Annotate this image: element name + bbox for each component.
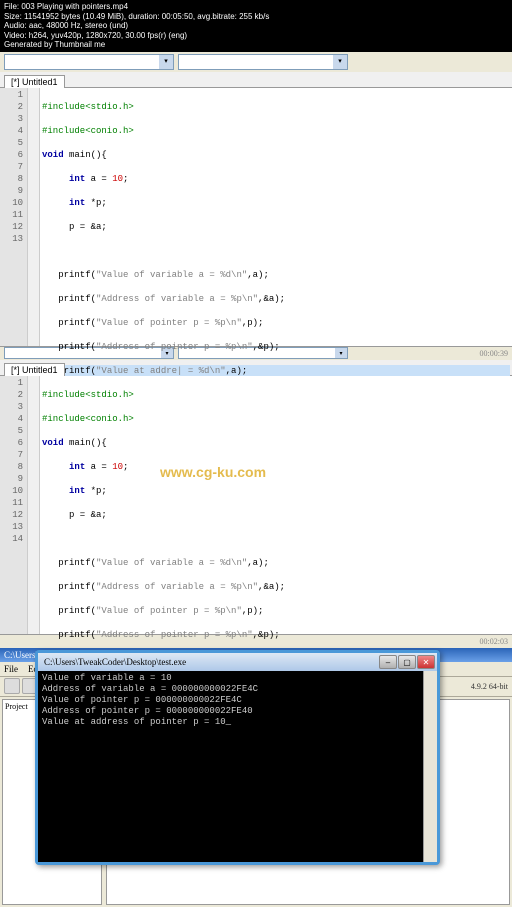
video-codec: Video: h264, yuv420p, 1280x720, 30.00 fp… [4, 31, 508, 41]
window-buttons: – ▢ ✕ [379, 655, 435, 669]
member-dropdown[interactable]: ▾ [178, 54, 348, 70]
scrollbar[interactable] [423, 671, 437, 862]
fold-column [28, 88, 40, 346]
console-window[interactable]: C:\Users\TweakCoder\Desktop\test.exe – ▢… [35, 650, 440, 865]
editor1-gutter: 1 2 3 4 5 6 7 8 9 10 11 12 13 [0, 88, 28, 346]
fold-column [28, 376, 40, 634]
editor1-tab-bar: [*] Untitled1 [0, 72, 512, 88]
editor1-code[interactable]: #include<stdio.h> #include<conio.h> void… [40, 88, 512, 346]
video-info-overlay: File: 003 Playing with pointers.mp4 Size… [0, 0, 512, 52]
dropdown-bar: ▾ ▾ [0, 52, 512, 72]
chevron-down-icon: ▾ [159, 55, 173, 69]
console-title-text: C:\Users\TweakCoder\Desktop\test.exe [40, 657, 186, 667]
console-output[interactable]: Value of variable a = 10 Address of vari… [38, 671, 437, 862]
compiler-label: 4.9.2 64-bit [471, 682, 508, 691]
editor2-tab[interactable]: [*] Untitled1 [4, 363, 65, 376]
editor1[interactable]: 1 2 3 4 5 6 7 8 9 10 11 12 13 #include<s… [0, 88, 512, 346]
console-titlebar[interactable]: C:\Users\TweakCoder\Desktop\test.exe – ▢… [38, 653, 437, 671]
video-file: File: 003 Playing with pointers.mp4 [4, 2, 508, 12]
chevron-down-icon: ▾ [333, 55, 347, 69]
editor2-gutter: 1 2 3 4 5 6 7 8 9 10 11 12 13 14 [0, 376, 28, 634]
minimize-button[interactable]: – [379, 655, 397, 669]
maximize-button[interactable]: ▢ [398, 655, 416, 669]
editor1-tab[interactable]: [*] Untitled1 [4, 75, 65, 88]
video-generated: Generated by Thumbnail me [4, 40, 508, 50]
editor2-code[interactable]: #include<stdio.h> #include<conio.h> void… [40, 376, 512, 634]
menu-file[interactable]: File [4, 664, 18, 674]
new-file-icon[interactable] [4, 678, 20, 694]
video-size: Size: 11541952 bytes (10.49 MiB), durati… [4, 12, 508, 22]
scope-dropdown[interactable]: ▾ [4, 54, 174, 70]
video-audio: Audio: aac, 48000 Hz, stereo (und) [4, 21, 508, 31]
editor2[interactable]: www.cg-ku.com 1 2 3 4 5 6 7 8 9 10 11 12… [0, 376, 512, 634]
close-button[interactable]: ✕ [417, 655, 435, 669]
cursor-icon: _ [226, 717, 231, 727]
